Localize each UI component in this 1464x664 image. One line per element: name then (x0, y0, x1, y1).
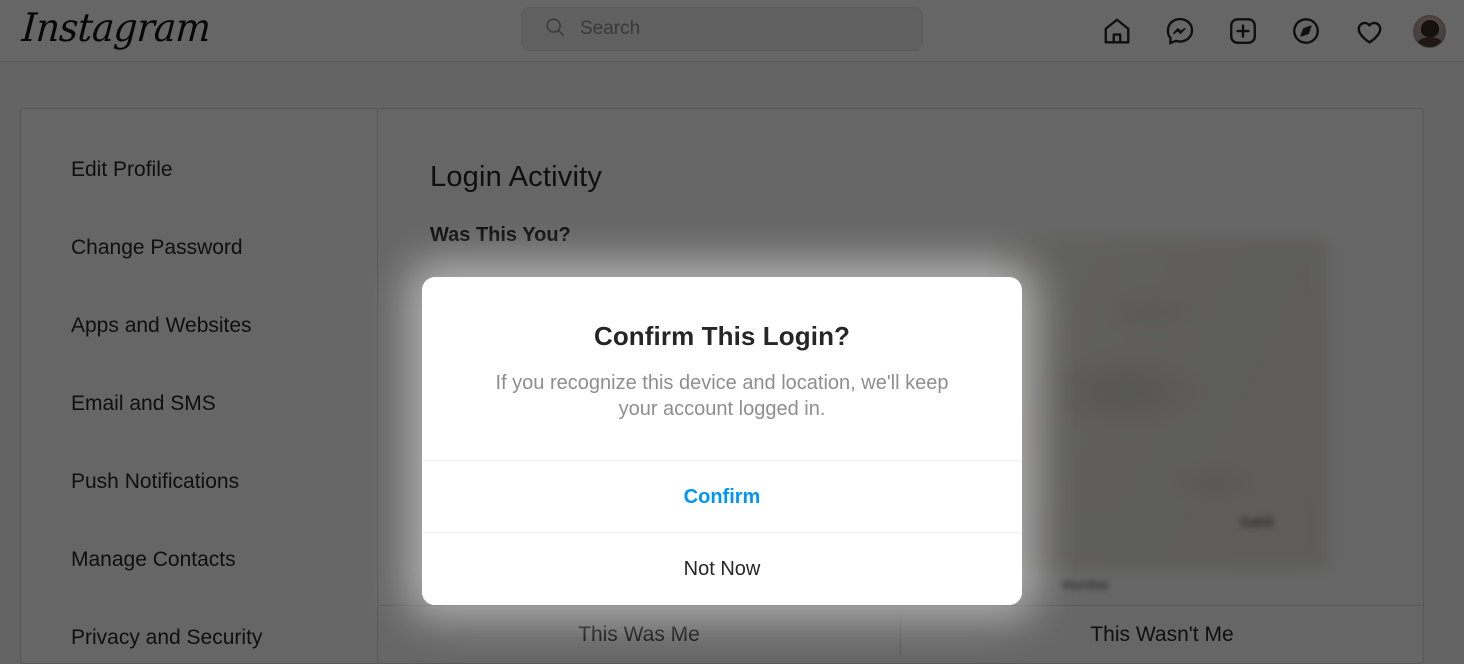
new-post-icon[interactable] (1224, 12, 1262, 50)
sidebar-item-label: Change Password (71, 236, 243, 259)
sidebar-item-label: Email and SMS (71, 392, 216, 415)
sidebar-item-label: Manage Contacts (71, 548, 236, 571)
login-location-map (997, 239, 1327, 569)
dialog-body: Confirm This Login? If you recognize thi… (422, 277, 1022, 423)
sidebar-item-apps-and-websites[interactable]: Apps and Websites (21, 287, 377, 365)
dialog-title: Confirm This Login? (593, 321, 851, 351)
sidebar-item-email-and-sms[interactable]: Email and SMS (21, 365, 377, 443)
dismiss-row: Not Now (422, 532, 1022, 605)
confirm-row: Confirm (422, 460, 1022, 533)
search-placeholder: Search (580, 18, 641, 39)
this-wasnt-me-button[interactable]: This Wasn't Me (901, 606, 1423, 663)
login-activity-actions: This Was Me This Wasn't Me (378, 605, 1423, 663)
profile-avatar[interactable] (1413, 14, 1446, 48)
dialog-description: If you recognize this device and locatio… (495, 372, 949, 421)
explore-icon[interactable] (1287, 12, 1325, 50)
home-icon[interactable] (1098, 12, 1136, 50)
sidebar-item-label: Edit Profile (71, 158, 173, 181)
sidebar-item-manage-contacts[interactable]: Manage Contacts (21, 521, 377, 599)
sidebar-item-label: Apps and Websites (71, 314, 252, 337)
instagram-logo[interactable]: Instagram (20, 5, 212, 51)
sidebar-item-change-password[interactable]: Change Password (21, 209, 377, 287)
not-now-button[interactable]: Not Now (422, 533, 1022, 605)
page-title: Login Activity (430, 161, 603, 193)
sidebar-item-push-notifications[interactable]: Push Notifications (21, 443, 377, 521)
search-icon (544, 16, 566, 43)
settings-sidebar: Edit Profile Change Password Apps and We… (21, 109, 378, 663)
heart-icon[interactable] (1350, 12, 1388, 50)
sidebar-item-privacy-and-security[interactable]: Privacy and Security (21, 599, 377, 663)
sidebar-item-label: Privacy and Security (71, 626, 263, 649)
messenger-icon[interactable] (1161, 12, 1199, 50)
sidebar-item-label: Push Notifications (71, 470, 240, 493)
this-was-me-button[interactable]: This Was Me (378, 606, 900, 663)
nav-icon-group (1098, 0, 1446, 62)
map-location-label: Sahil (1239, 514, 1273, 531)
top-navigation-bar: Instagram Search (0, 0, 1464, 62)
confirm-button[interactable]: Confirm (422, 461, 1022, 533)
sidebar-item-edit-profile[interactable]: Edit Profile (21, 131, 377, 209)
map-location-label-secondary: Mumbai (1061, 577, 1108, 592)
confirm-login-dialog: Confirm This Login? If you recognize thi… (422, 277, 1022, 605)
search-input[interactable]: Search (521, 7, 923, 51)
